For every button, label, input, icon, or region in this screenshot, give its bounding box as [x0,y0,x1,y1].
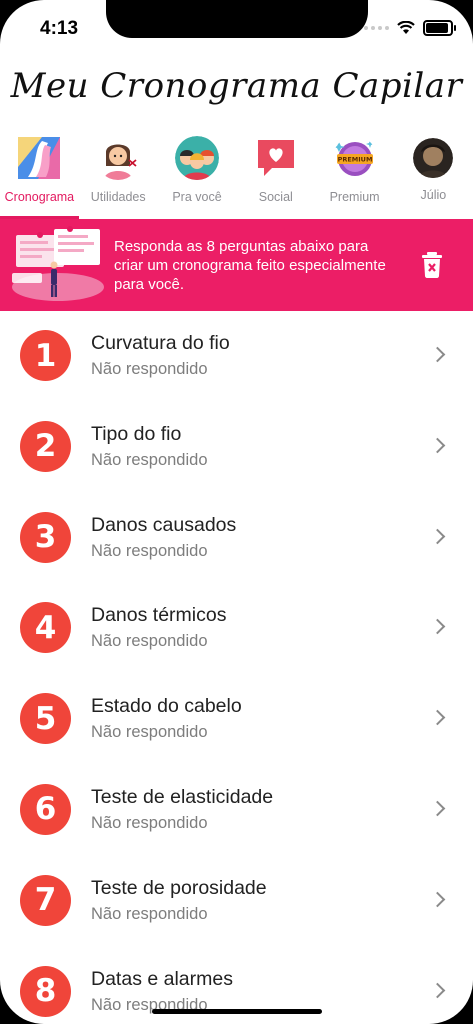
tab-cronograma[interactable]: Cronograma [0,128,79,219]
chevron-right-icon [429,709,446,726]
checklist-illustration [10,225,110,305]
number-badge: 2 [20,420,71,472]
chevron-right-icon [429,346,446,363]
chat-heart-icon [254,136,298,180]
question-title: Datas e alarmes [91,967,233,990]
tab-social[interactable]: Social [236,128,315,218]
tab-bar: Cronograma Utilidades Pra você Social PR… [0,128,473,219]
question-title: Danos térmicos [91,604,227,627]
question-item-6[interactable]: 6 Teste de elasticidade Não respondido [0,765,473,856]
number-badge: 4 [20,602,71,654]
number-badge: 7 [20,874,71,926]
tab-label: Social [258,190,293,204]
chevron-right-icon [429,619,446,635]
question-item-5[interactable]: 5 Estado do cabelo Não respondido [0,674,473,765]
number-badge: 1 [20,330,71,381]
svg-text:PREMIUM: PREMIUM [337,156,372,164]
number-badge: 3 [20,511,71,563]
question-title: Teste de porosidade [91,876,267,899]
status-bar: 4:13 [0,0,473,60]
premium-badge-icon: PREMIUM [332,136,377,180]
avatar [413,138,454,178]
question-status: Não respondido [91,360,208,378]
number-badge: 5 [20,693,71,745]
question-status: Não respondido [91,813,208,832]
question-item-1[interactable]: 1 Curvatura do fio Não respondido [0,311,473,402]
notch [106,0,368,38]
question-title: Curvatura do fio [91,332,230,354]
question-item-3[interactable]: 3 Danos causados Não respondido [0,493,473,584]
battery-icon [423,20,456,36]
tab-pra-voce[interactable]: Pra você [158,128,237,218]
banner-message: Responda as 8 perguntas abaixo para cria… [114,237,386,293]
question-status: Não respondido [91,450,208,469]
question-item-7[interactable]: 7 Teste de porosidade Não respondido [0,856,473,947]
people-group-icon [174,136,219,180]
status-icons [364,20,456,36]
app-title: Meu Cronograma Capilar [10,66,463,106]
woman-scissors-icon [96,136,140,180]
question-title: Estado do cabelo [91,695,242,718]
tab-label: Pra você [172,190,222,204]
tab-label: Utilidades [90,190,146,204]
question-title: Teste de elasticidade [91,785,274,808]
chevron-right-icon [429,891,446,908]
chevron-right-icon [429,800,446,817]
tab-label: Cronograma [4,190,75,204]
question-list: 1 Curvatura do fio Não respondido 2 Tipo… [0,311,473,1024]
question-title: Tipo do fio [91,422,182,445]
info-banner: Responda as 8 perguntas abaixo para cria… [0,219,473,311]
phone-screen: 4:13 Meu Cronograma Capilar Cronograma U… [0,0,473,1024]
tab-utilidades[interactable]: Utilidades [79,128,158,218]
tab-julio[interactable]: Júlio [394,128,473,218]
question-item-2[interactable]: 2 Tipo do fio Não respondido [0,402,473,493]
trash-icon[interactable] [421,252,443,278]
question-status: Não respondido [91,541,208,560]
question-status: Não respondido [91,904,208,923]
chevron-right-icon [429,982,446,998]
tab-premium[interactable]: PREMIUM Premium [315,128,394,218]
chevron-right-icon [429,528,446,544]
cronograma-icon [17,136,61,180]
question-item-4[interactable]: 4 Danos térmicos Não respondido [0,583,473,674]
signal-icon [364,26,389,30]
tab-label: Premium [329,190,380,204]
question-status: Não respondido [91,723,208,742]
tab-label: Júlio [420,188,447,202]
chevron-right-icon [429,437,446,454]
wifi-icon [397,21,415,34]
number-badge: 8 [20,965,71,1017]
number-badge: 6 [20,783,71,835]
home-indicator[interactable] [151,1009,322,1014]
question-status: Não respondido [91,632,208,651]
question-title: Danos causados [91,513,237,536]
status-time: 4:13 [40,18,79,39]
